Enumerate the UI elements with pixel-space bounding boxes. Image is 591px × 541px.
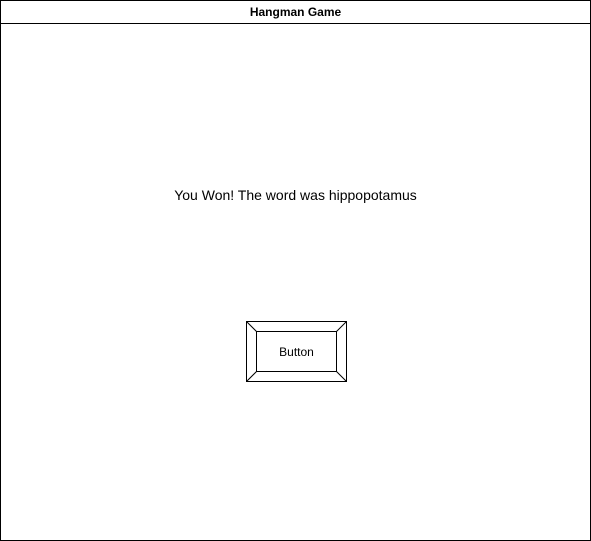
action-button[interactable]: Button [246,321,347,382]
result-message: You Won! The word was hippopotamus [174,187,417,203]
window-title: Hangman Game [1,1,590,24]
game-window: Hangman Game You Won! The word was hippo… [0,0,591,541]
button-label: Button [279,344,314,359]
